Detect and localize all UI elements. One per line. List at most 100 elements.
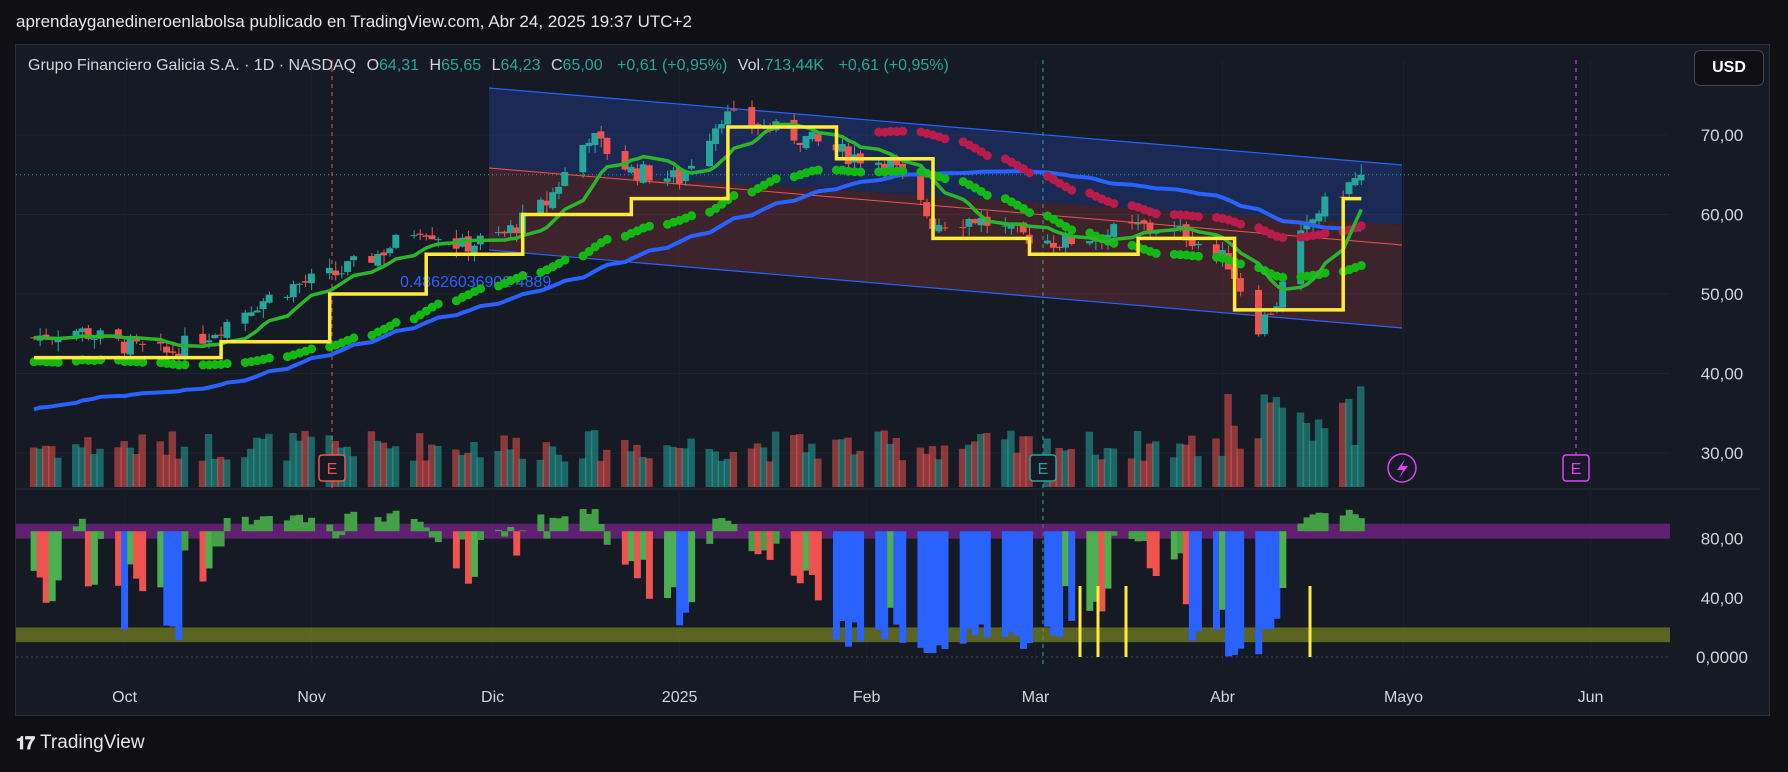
x-tick-label: Mar [1022, 689, 1050, 706]
candle-body [78, 328, 86, 333]
earnings-marker-label: E [1038, 461, 1049, 478]
candle-body [283, 296, 291, 298]
volume-bar [898, 460, 907, 487]
candle-body [241, 312, 249, 324]
candle-body [380, 252, 388, 256]
candle-body [603, 137, 611, 154]
osc-tick-label: 40,00 [1701, 589, 1744, 608]
volume-bar [1357, 386, 1365, 487]
volume-bar [1236, 448, 1244, 487]
candle-body [1267, 313, 1275, 315]
red-dot-average [1151, 209, 1161, 219]
x-tick-label: Dic [481, 689, 504, 706]
green-dot-average [307, 344, 317, 354]
candle-body [1315, 213, 1323, 222]
volume-bar [560, 461, 569, 487]
candle-body [543, 200, 551, 206]
candle-body [163, 346, 171, 353]
red-dot-average [1024, 168, 1034, 178]
candle-body [253, 310, 261, 313]
green-dot-average [1151, 248, 1161, 258]
green-dot-average [264, 353, 274, 363]
x-tick-label: Mayo [1384, 689, 1423, 706]
candle-body [561, 171, 569, 186]
candle-body [500, 231, 508, 234]
volume-bar [434, 445, 442, 487]
earnings-marker-label: E [327, 461, 338, 478]
candle-body [585, 142, 593, 147]
volume-bar [222, 459, 231, 487]
candle-body [325, 267, 333, 274]
candle-body [814, 134, 822, 142]
green-dot-average [856, 167, 866, 177]
red-dot-average [1278, 233, 1288, 243]
candle-body [223, 321, 231, 338]
candle-body [591, 132, 599, 145]
volume-bar [476, 457, 484, 487]
volume-bar [1278, 407, 1287, 487]
x-tick-label: Nov [297, 689, 325, 706]
red-dot-average [1193, 212, 1203, 222]
candle-body [1146, 222, 1154, 231]
green-dot-average [391, 318, 401, 328]
close-label: C [550, 57, 563, 74]
x-tick-label: 2025 [662, 689, 698, 706]
volume-bar [645, 458, 653, 487]
candle-body [344, 261, 352, 272]
green-dot-average [771, 174, 781, 184]
candle-body [639, 164, 647, 183]
candle-body [838, 144, 846, 152]
candle-body [1086, 241, 1094, 244]
candle-body [494, 232, 502, 234]
green-dot-average [518, 271, 528, 281]
candle-body [265, 294, 273, 303]
volume-bar [518, 458, 526, 487]
candle-body [470, 245, 478, 253]
candle-body [1236, 278, 1244, 292]
candle-body [259, 301, 267, 310]
candle-body [1049, 242, 1057, 248]
candle-body [1345, 182, 1353, 194]
green-dot-average [940, 174, 950, 184]
candle-body [307, 273, 315, 284]
chart-svg[interactable]: 0.48626036902 4889 Oct Nov Dic 2025 Feb Mar Ab… [0, 0, 1788, 772]
y-tick-label: 70,00 [1701, 126, 1744, 145]
red-dot-average [1320, 228, 1330, 238]
candle-body [965, 219, 973, 227]
high-value: 65,65 [441, 57, 482, 74]
candle-body [217, 334, 225, 336]
candle-body [669, 170, 677, 178]
y-tick-label: 30,00 [1701, 444, 1744, 463]
candle-body [1321, 196, 1329, 217]
y-tick-label: 60,00 [1701, 206, 1744, 225]
green-dot-average [1278, 272, 1288, 282]
volume-bar [983, 432, 991, 487]
volume-bar [602, 449, 611, 487]
candle-body [555, 186, 563, 194]
candle-body [537, 199, 545, 214]
candle-body [1001, 225, 1009, 227]
candle-body [120, 341, 128, 354]
footer-brand: 𝟏𝟕 TradingView [16, 732, 145, 754]
volume-bar [54, 457, 62, 487]
candle-body [332, 270, 339, 276]
candle-body [549, 192, 557, 209]
green-dot-average [560, 255, 570, 265]
candle-body [802, 136, 810, 149]
green-dot-average [1024, 208, 1034, 218]
candle-body [663, 178, 671, 182]
red-dot-average [1067, 185, 1077, 195]
candle-body [289, 284, 297, 298]
osc-tick-label: 80,00 [1701, 530, 1744, 549]
green-dot-average [476, 284, 486, 294]
change-value: +0,61 (+0,95%) [617, 57, 728, 74]
green-dot-average [729, 191, 739, 201]
candle-body [874, 162, 882, 165]
green-dot-average [1356, 261, 1366, 271]
volume-bar [265, 433, 273, 487]
currency-button[interactable]: USD [1694, 50, 1764, 86]
red-dot-average [1109, 199, 1119, 209]
green-dot-average [898, 166, 908, 176]
osc-tick-label: 0,0000 [1696, 648, 1748, 667]
earnings-marker-label: E [1571, 461, 1582, 478]
